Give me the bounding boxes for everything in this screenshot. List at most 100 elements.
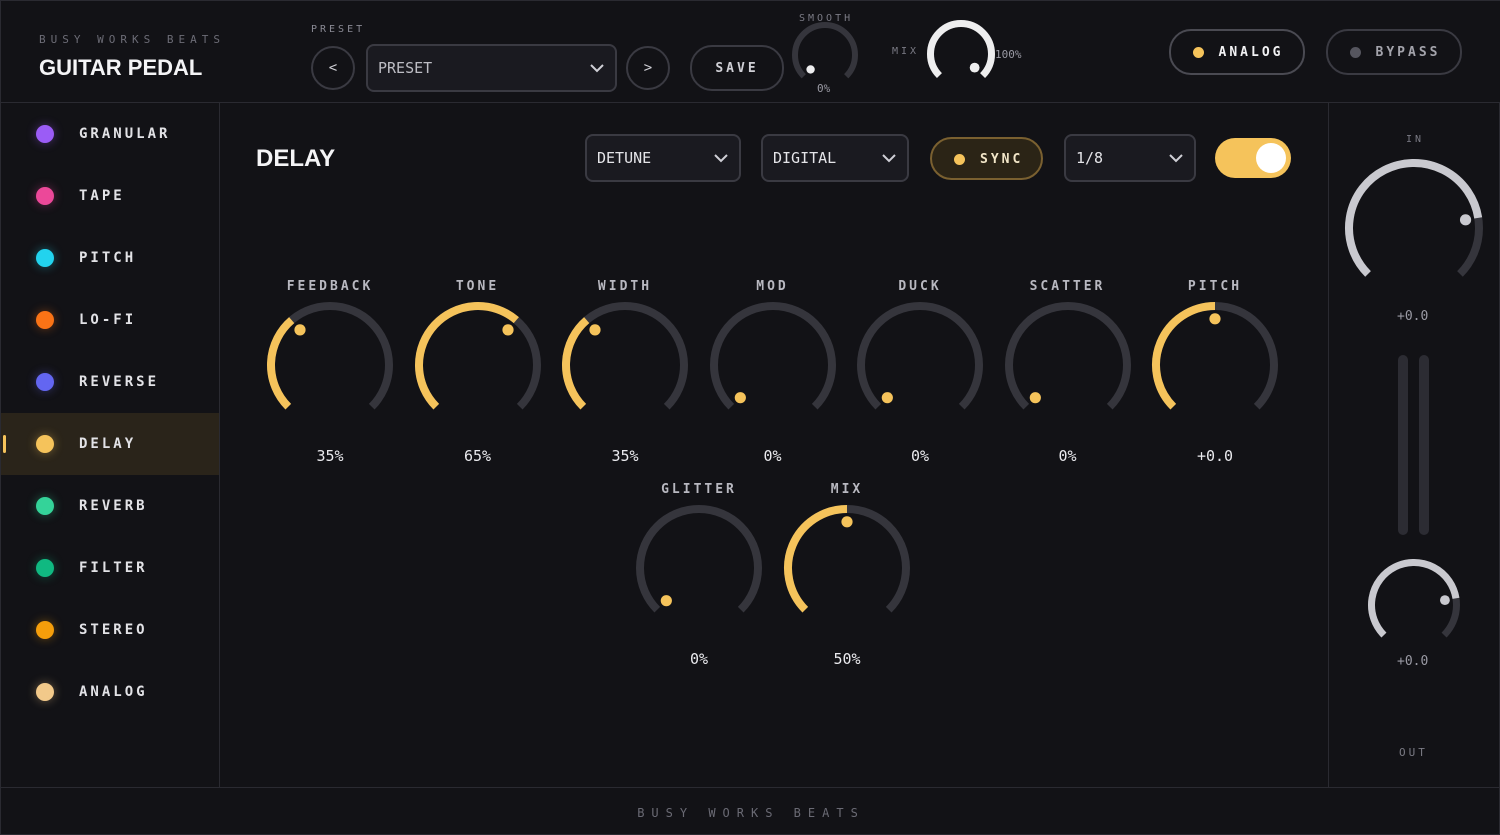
knob-pitch: PITCH +0.0 xyxy=(1141,279,1289,479)
output-label: OUT xyxy=(1399,746,1428,759)
mix-value: 100% xyxy=(995,48,1022,61)
sidebar-item-lo-fi[interactable]: LO-FI xyxy=(1,289,219,351)
knob-label: TONE xyxy=(455,279,500,294)
delay-mode-select[interactable]: DETUNE xyxy=(585,134,741,182)
width-knob-dial[interactable] xyxy=(561,301,689,429)
sidebar-item-tape[interactable]: TAPE xyxy=(1,165,219,227)
knob-feedback: FEEDBACK 35% xyxy=(256,279,404,479)
knob-value: 50% xyxy=(833,650,861,668)
io-panel: IN +0.0 +0.0 OUT xyxy=(1328,103,1500,787)
sidebar-item-pitch[interactable]: PITCH xyxy=(1,227,219,289)
delay-type-select[interactable]: DIGITAL xyxy=(761,134,909,182)
brand-subtitle: BUSY WORKS BEATS xyxy=(39,33,225,46)
footer: BUSY WORKS BEATS xyxy=(1,787,1500,835)
mix-knob-dial[interactable] xyxy=(783,504,911,632)
level-meter-right xyxy=(1419,355,1429,535)
knob-label: DUCK xyxy=(898,279,942,294)
sidebar-item-stereo[interactable]: STEREO xyxy=(1,599,219,661)
knob-tone: TONE 65% xyxy=(404,279,552,479)
next-preset-button[interactable]: > xyxy=(626,46,670,90)
scatter-knob-dial[interactable] xyxy=(1004,301,1132,429)
effect-color-dot-icon xyxy=(36,311,54,329)
sidebar-item-label: LO-FI xyxy=(79,312,137,328)
effect-panel: DELAY DETUNE DIGITAL SYNC 1/8 FEEDBACK 35… xyxy=(220,103,1328,787)
knob-pointer-dot xyxy=(1459,214,1472,226)
app-window: BUSY WORKS BEATS GUITAR PEDAL PRESET < P… xyxy=(0,0,1500,835)
knob-value: 35% xyxy=(316,447,344,465)
knob-pointer-dot xyxy=(734,392,746,404)
effect-color-dot-icon xyxy=(36,559,54,577)
sidebar-item-label: GRANULAR xyxy=(79,126,171,142)
effect-color-dot-icon xyxy=(36,373,54,391)
knob-pointer-dot xyxy=(294,324,306,336)
knob-value-arc xyxy=(1345,159,1483,277)
division-select[interactable]: 1/8 xyxy=(1064,134,1196,182)
effect-color-dot-icon xyxy=(36,187,54,205)
delay-type-value: DIGITAL xyxy=(773,149,837,167)
bypass-led-icon xyxy=(1350,47,1361,58)
sidebar-item-reverse[interactable]: REVERSE xyxy=(1,351,219,413)
level-meter-left xyxy=(1398,355,1408,535)
effect-color-dot-icon xyxy=(36,435,54,453)
effect-color-dot-icon xyxy=(36,125,54,143)
knob-label: MIX xyxy=(830,482,864,497)
knob-track xyxy=(709,302,836,410)
tone-knob-dial[interactable] xyxy=(414,301,542,429)
knob-mix: MIX 50% xyxy=(773,482,921,682)
mod-knob-dial[interactable] xyxy=(709,301,837,429)
knob-pointer-dot xyxy=(589,324,601,336)
save-button[interactable]: SAVE xyxy=(690,45,784,91)
knob-label: GLITTER xyxy=(661,482,737,497)
analog-led-icon xyxy=(1193,47,1204,58)
master-mix-knob[interactable] xyxy=(926,19,996,89)
knob-pointer-dot xyxy=(969,62,980,73)
input-label: IN xyxy=(1406,134,1425,145)
sidebar-item-label: DELAY xyxy=(79,436,137,452)
knob-pointer-dot xyxy=(501,324,514,336)
effect-color-dot-icon xyxy=(36,497,54,515)
bypass-button[interactable]: BYPASS xyxy=(1326,29,1462,75)
prev-preset-button[interactable]: < xyxy=(311,46,355,90)
duck-knob-dial[interactable] xyxy=(856,301,984,429)
input-value: +0.0 xyxy=(1397,309,1429,324)
page-title: DELAY xyxy=(256,145,336,172)
sync-button[interactable]: SYNC xyxy=(930,137,1043,180)
smooth-knob[interactable] xyxy=(791,21,859,89)
feedback-knob-dial[interactable] xyxy=(266,301,394,429)
output-gain-knob[interactable] xyxy=(1367,558,1461,652)
analog-button[interactable]: ANALOG xyxy=(1169,29,1305,75)
knob-label: PITCH xyxy=(1187,279,1243,294)
knob-duck: DUCK 0% xyxy=(846,279,994,479)
knob-glitter: GLITTER 0% xyxy=(625,482,773,682)
effects-sidebar: GRANULAR TAPE PITCH LO-FI REVERSE DELAY REVERB… xyxy=(1,103,220,787)
analog-label: ANALOG xyxy=(1218,44,1284,60)
toggle-knob xyxy=(1256,143,1286,173)
sidebar-item-label: REVERSE xyxy=(79,374,160,390)
knob-width: WIDTH 35% xyxy=(551,279,699,479)
delay-enable-toggle[interactable] xyxy=(1215,138,1291,178)
sidebar-item-granular[interactable]: GRANULAR xyxy=(1,103,219,165)
glitter-knob-dial[interactable] xyxy=(635,504,763,632)
preset-select[interactable]: PRESET xyxy=(366,44,617,92)
save-label: SAVE xyxy=(715,60,759,76)
knob-value: 65% xyxy=(463,447,492,465)
sidebar-item-reverb[interactable]: REVERB xyxy=(1,475,219,537)
effect-color-dot-icon xyxy=(36,249,54,267)
sidebar-item-label: TAPE xyxy=(79,188,125,204)
preset-select-value: PRESET xyxy=(378,59,433,77)
knob-value: 0% xyxy=(689,650,709,668)
knob-label: MOD xyxy=(756,279,789,294)
knob-value-arc xyxy=(562,317,590,410)
knob-value: 0% xyxy=(910,447,930,465)
knob-value-arc xyxy=(784,505,848,613)
pitch-knob-dial[interactable] xyxy=(1151,301,1279,429)
knob-pointer-dot xyxy=(806,65,815,74)
sidebar-item-filter[interactable]: FILTER xyxy=(1,537,219,599)
input-gain-knob[interactable] xyxy=(1344,158,1484,298)
sidebar-item-delay[interactable]: DELAY xyxy=(1,413,219,475)
sync-led-icon xyxy=(954,154,965,165)
sidebar-item-analog[interactable]: ANALOG xyxy=(1,661,219,723)
preset-label: PRESET xyxy=(311,24,366,35)
mix-label: MIX xyxy=(892,46,920,57)
knob-value: 0% xyxy=(763,447,782,465)
